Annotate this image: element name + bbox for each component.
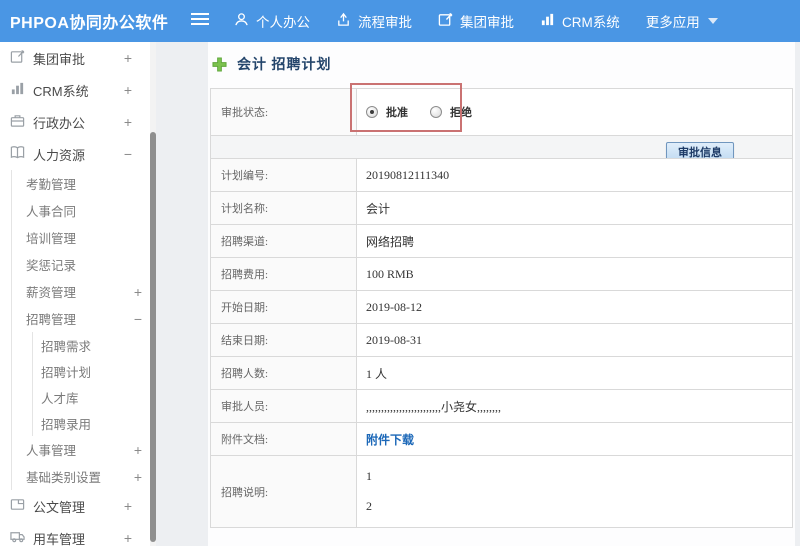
radio-reject[interactable] xyxy=(430,106,442,118)
table-row: 开始日期: 2019-08-12 xyxy=(210,290,793,324)
sidebar-item-documents[interactable]: 公文管理 + xyxy=(0,490,150,522)
detail-table: 计划编号: 20190812111340 计划名称: 会计 招聘渠道: 网络招聘… xyxy=(210,158,793,528)
sidebar-item-personnel-mgmt[interactable]: 人事管理 + xyxy=(12,436,150,463)
field-value: 1 2 xyxy=(356,455,793,528)
content-panel: 会计 招聘计划 审批状态: 批准 拒绝 审批信息 计划编号: 201908121… xyxy=(208,42,795,546)
field-value: 100 RMB xyxy=(356,257,793,291)
sidebar-item-recruit-mgmt[interactable]: 招聘管理 − xyxy=(12,305,150,332)
sidebar-item-base-category[interactable]: 基础类别设置 + xyxy=(12,463,150,490)
person-icon xyxy=(234,12,256,30)
hamburger-menu-icon[interactable] xyxy=(190,11,212,32)
collapse-icon[interactable]: − xyxy=(124,146,140,162)
expand-icon[interactable]: + xyxy=(124,82,140,98)
attachment-download-link[interactable]: 附件下载 xyxy=(366,433,414,447)
sidebar-item-recruit-hire[interactable]: 招聘录用 xyxy=(33,410,150,436)
table-row: 审批人员: ,,,,,,,,,,,,,,,,,,,,,,,,,小尧女,,,,,,… xyxy=(210,389,793,423)
expand-icon[interactable]: + xyxy=(134,284,150,300)
approval-radio-group: 批准 拒绝 xyxy=(366,104,792,120)
field-label: 审批人员: xyxy=(210,389,357,423)
field-label: 计划编号: xyxy=(210,158,357,192)
caret-down-icon xyxy=(707,18,718,24)
chart-icon xyxy=(540,12,562,30)
field-value: 2019-08-12 xyxy=(356,290,793,324)
hr-submenu: 考勤管理 人事合同 培训管理 奖惩记录 薪资管理 + 招聘管理 − 招聘需求 招… xyxy=(11,170,150,490)
radio-reject-label: 拒绝 xyxy=(450,107,472,119)
field-value: 2019-08-31 xyxy=(356,323,793,357)
top-bar: PHPOA协同办公软件 个人办公 流程审批 集团审批 CRM系统 更多应用 xyxy=(0,0,800,42)
collapse-icon[interactable]: − xyxy=(134,311,150,327)
plus-icon xyxy=(212,56,227,72)
table-row: 附件文档: 附件下载 xyxy=(210,422,793,456)
recruit-submenu: 招聘需求 招聘计划 人才库 招聘录用 xyxy=(32,332,150,436)
sidebar-item-crm[interactable]: CRM系统 + xyxy=(0,74,150,106)
table-row: 计划编号: 20190812111340 xyxy=(210,158,793,192)
sidebar-item-admin-office[interactable]: 行政办公 + xyxy=(0,106,150,138)
main-content: 会计 招聘计划 审批状态: 批准 拒绝 审批信息 计划编号: 201908121… xyxy=(156,42,800,546)
nav-personal-office[interactable]: 个人办公 xyxy=(234,11,310,31)
sidebar-item-vehicle[interactable]: 用车管理 + xyxy=(0,522,150,546)
flow-icon xyxy=(336,12,358,30)
app-logo: PHPOA协同办公软件 xyxy=(10,15,169,32)
bar-chart-icon xyxy=(10,81,33,99)
sidebar-item-hr[interactable]: 人力资源 − xyxy=(0,138,150,170)
sidebar-item-recruit-plan[interactable]: 招聘计划 xyxy=(33,358,150,384)
nav-workflow-approval[interactable]: 流程审批 xyxy=(336,11,412,31)
approval-status-label: 审批状态: xyxy=(210,88,357,136)
expand-icon[interactable]: + xyxy=(134,442,150,458)
field-value: ,,,,,,,,,,,,,,,,,,,,,,,,,小尧女,,,,,,,, xyxy=(356,389,793,423)
nav-crm-system[interactable]: CRM系统 xyxy=(540,11,620,31)
table-row: 招聘人数: 1 人 xyxy=(210,356,793,390)
sidebar-item-recruit-demand[interactable]: 招聘需求 xyxy=(33,332,150,358)
sidebar-item-group-approval[interactable]: 集团审批 + xyxy=(0,42,150,74)
radio-approve-label: 批准 xyxy=(386,107,408,119)
truck-icon xyxy=(10,529,33,546)
briefcase-icon xyxy=(10,113,33,131)
document-icon xyxy=(10,497,33,515)
sidebar-item-salary[interactable]: 薪资管理 + xyxy=(12,278,150,305)
sidebar: 集团审批 + CRM系统 + 行政办公 + 人力资源 − 考勤管理 人事合同 培… xyxy=(0,42,150,546)
field-value: 20190812111340 xyxy=(356,158,793,192)
field-label: 招聘渠道: xyxy=(210,224,357,258)
field-label: 结束日期: xyxy=(210,323,357,357)
field-label: 开始日期: xyxy=(210,290,357,324)
edit-square-icon xyxy=(10,49,33,67)
field-label: 招聘费用: xyxy=(210,257,357,291)
field-value: 1 人 xyxy=(356,356,793,390)
table-row: 招聘费用: 100 RMB xyxy=(210,257,793,291)
sidebar-item-talent-pool[interactable]: 人才库 xyxy=(33,384,150,410)
table-row: 计划名称: 会计 xyxy=(210,191,793,225)
field-label: 计划名称: xyxy=(210,191,357,225)
field-label: 招聘说明: xyxy=(210,455,357,528)
field-value: 会计 xyxy=(356,191,793,225)
expand-icon[interactable]: + xyxy=(124,50,140,66)
field-label: 附件文档: xyxy=(210,422,357,456)
sidebar-item-attendance[interactable]: 考勤管理 xyxy=(12,170,150,197)
field-value: 网络招聘 xyxy=(356,224,793,258)
sidebar-item-rewards[interactable]: 奖惩记录 xyxy=(12,251,150,278)
table-row: 结束日期: 2019-08-31 xyxy=(210,323,793,357)
expand-icon[interactable]: + xyxy=(134,469,150,485)
book-icon xyxy=(10,145,33,163)
page-title-text: 会计 招聘计划 xyxy=(237,58,332,73)
radio-approve[interactable] xyxy=(366,106,378,118)
field-label: 招聘人数: xyxy=(210,356,357,390)
expand-icon[interactable]: + xyxy=(124,114,140,130)
expand-icon[interactable]: + xyxy=(124,530,140,546)
sidebar-item-hr-contract[interactable]: 人事合同 xyxy=(12,197,150,224)
table-row: 招聘说明: 1 2 xyxy=(210,455,793,528)
nav-group-approval[interactable]: 集团审批 xyxy=(438,11,514,31)
page-title: 会计 招聘计划 xyxy=(212,54,332,74)
table-row: 招聘渠道: 网络招聘 xyxy=(210,224,793,258)
edit-icon xyxy=(438,12,460,30)
expand-icon[interactable]: + xyxy=(124,498,140,514)
nav-more-apps[interactable]: 更多应用 xyxy=(646,11,718,31)
sidebar-item-training[interactable]: 培训管理 xyxy=(12,224,150,251)
